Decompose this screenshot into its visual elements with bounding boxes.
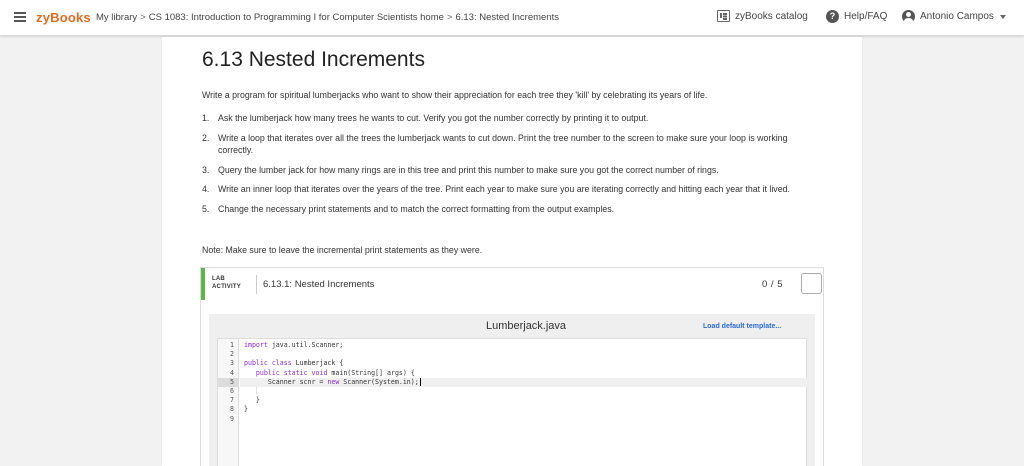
- keyword: import: [244, 341, 268, 349]
- code-line: }: [244, 405, 248, 414]
- text-cursor: [419, 377, 421, 386]
- help-icon: ?: [826, 10, 839, 23]
- instructions-list: 1. Ask the lumberjack how many trees he w…: [202, 112, 812, 223]
- breadcrumb-course-home[interactable]: CS 1083: Introduction to Programming I f…: [149, 12, 444, 23]
- user-name: Antonio Campos: [920, 11, 994, 22]
- top-bar: zyBooks My library > CS 1083: Introduction…: [0, 0, 1024, 36]
- code-line-active: Scanner scnr = new Scanner(System.in);: [244, 377, 421, 387]
- code-line: public static void main(String[] args) {: [244, 369, 415, 378]
- chevron-down-icon: [999, 14, 1006, 19]
- breadcrumb-my-library[interactable]: My library: [96, 12, 137, 23]
- completion-checkbox[interactable]: [801, 273, 822, 294]
- code-line: }: [244, 396, 260, 405]
- code-text: java.util.Scanner;: [271, 341, 344, 349]
- intro-paragraph: Write a program for spiritual lumberjack…: [202, 90, 708, 100]
- step-number: 3.: [202, 164, 210, 175]
- list-item: 1. Ask the lumberjack how many trees he w…: [202, 112, 812, 124]
- step-number: 4.: [202, 184, 210, 195]
- lab-activity: LAB ACTIVITY 6.13.1: Nested Increments 0…: [200, 267, 824, 466]
- lab-header: LAB ACTIVITY 6.13.1: Nested Increments 0…: [201, 268, 823, 300]
- step-text: Write an inner loop that iterates over t…: [218, 184, 790, 195]
- line-number-active: 5: [218, 377, 239, 387]
- step-number: 5.: [202, 204, 210, 215]
- help-label: Help/FAQ: [844, 11, 888, 22]
- section-content: 6.13 Nested Increments Write a program f…: [162, 37, 862, 466]
- code-text: Lumberjack {: [295, 359, 344, 368]
- divider: [256, 275, 257, 294]
- step-text: Ask the lumberjack how many trees he wan…: [218, 113, 649, 123]
- keyword: static: [283, 368, 308, 377]
- code-text: Scanner(System.in);: [339, 377, 419, 386]
- step-text: Query the lumber jack for how many rings…: [218, 164, 719, 175]
- menu-icon[interactable]: [14, 12, 26, 22]
- list-item: 3. Query the lumber jack for how many rin…: [202, 164, 812, 176]
- code-text: Scanner scnr =: [267, 377, 328, 386]
- step-number: 1.: [202, 113, 210, 123]
- keyword: class: [271, 359, 292, 368]
- keyword: new: [327, 377, 340, 386]
- line-number: 6: [230, 387, 234, 395]
- keyword: void: [311, 368, 328, 377]
- line-number: 4: [230, 368, 234, 377]
- lab-title: 6.13.1: Nested Increments: [263, 279, 375, 290]
- line-number: 8: [230, 405, 234, 414]
- line-number: 2: [230, 350, 234, 359]
- catalog-label: zyBooks catalog: [735, 10, 808, 22]
- catalog-icon: [717, 10, 730, 22]
- step-text: Write a loop that iterates over all the …: [218, 132, 788, 155]
- list-item: 4. Write an inner loop that iterates over…: [202, 183, 812, 195]
- user-menu[interactable]: Antonio Campos: [902, 10, 1006, 23]
- catalog-link[interactable]: zyBooks catalog: [717, 10, 808, 22]
- step-number: 2.: [202, 132, 210, 143]
- breadcrumb-separator: >: [140, 12, 146, 23]
- line-number: 3: [230, 359, 234, 368]
- step-text: Change the necessary print statements an…: [218, 204, 615, 215]
- load-default-template-link[interactable]: Load default template...: [703, 323, 781, 330]
- code-text: main(String[] args) {: [331, 368, 415, 377]
- page-title: 6.13 Nested Increments: [202, 48, 425, 71]
- list-item: 2. Write a loop that iterates over all th…: [202, 132, 812, 156]
- line-number: 9: [230, 414, 234, 423]
- line-number: 7: [230, 396, 234, 405]
- code-line: import java.util.Scanner;: [244, 341, 343, 350]
- file-name: Lumberjack.java: [485, 320, 567, 332]
- breadcrumb: My library > CS 1083: Introduction to Prog…: [96, 12, 559, 23]
- lab-tag-line1: LAB: [212, 276, 225, 282]
- user-avatar-icon: [902, 10, 915, 23]
- list-item: 5. Change the necessary print statements …: [202, 203, 812, 215]
- help-link[interactable]: ? Help/FAQ: [826, 10, 887, 23]
- breadcrumb-current-section: 6.13: Nested Increments: [455, 12, 559, 23]
- brand-logo[interactable]: zyBooks: [36, 10, 91, 25]
- note-text: Note: Make sure to leave the incremental…: [202, 245, 483, 255]
- line-number: 1: [230, 341, 234, 349]
- code-editor[interactable]: 1 2 3 4 5 6 7 8 9 import java.util.Scann…: [217, 338, 807, 466]
- lab-activity-tag: LAB ACTIVITY: [212, 275, 241, 291]
- lab-score: 0 / 5: [762, 279, 783, 290]
- editor-container: Lumberjack.java Load default template...…: [209, 314, 815, 466]
- keyword: public: [244, 359, 268, 368]
- keyword: public: [255, 368, 280, 377]
- indent-guide: [256, 386, 257, 396]
- lab-tag-line2: ACTIVITY: [212, 284, 241, 290]
- breadcrumb-separator: >: [446, 12, 453, 23]
- code-line: public class Lumberjack {: [244, 359, 343, 368]
